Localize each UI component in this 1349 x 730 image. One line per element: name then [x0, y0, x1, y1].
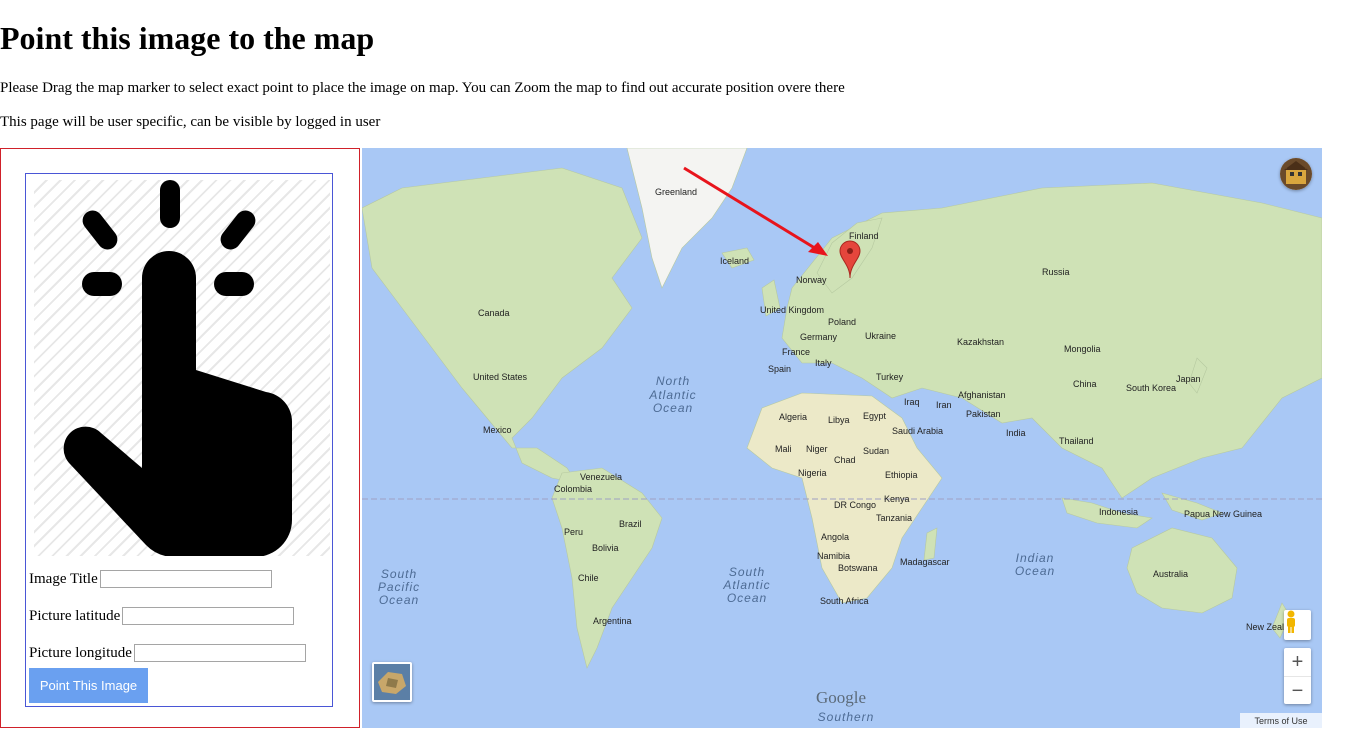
ocean-south-pacific-1: South — [381, 567, 417, 581]
label-botswana: Botswana — [838, 563, 878, 573]
user-avatar-icon[interactable] — [1280, 158, 1312, 190]
label-madagascar: Madagascar — [900, 557, 950, 567]
latitude-row: Picture latitude — [29, 607, 295, 625]
satellite-view-toggle[interactable] — [372, 662, 412, 702]
world-map[interactable]: Greenland Iceland Finland Norway Russia … — [362, 148, 1322, 728]
map-canvas: Greenland Iceland Finland Norway Russia … — [362, 148, 1322, 724]
label-algeria: Algeria — [779, 412, 807, 422]
label-australia: Australia — [1153, 569, 1188, 579]
label-france: France — [782, 347, 810, 357]
label-greenland: Greenland — [655, 187, 697, 197]
label-italy: Italy — [815, 358, 832, 368]
label-afghanistan: Afghanistan — [958, 390, 1006, 400]
page-title: Point this image to the map — [0, 20, 375, 56]
ocean-south-pacific-2: Pacific — [378, 580, 420, 594]
label-germany: Germany — [800, 332, 838, 342]
label-drc: DR Congo — [834, 500, 876, 510]
ocean-south-pacific-3: Ocean — [379, 593, 419, 607]
label-libya: Libya — [828, 415, 850, 425]
instruction-text: Please Drag the map marker to select exa… — [0, 80, 845, 96]
ocean-southern: Southern — [818, 710, 875, 724]
label-kazakhstan: Kazakhstan — [957, 337, 1004, 347]
image-title-input[interactable] — [99, 570, 272, 588]
longitude-row: Picture longitude — [29, 644, 306, 662]
zoom-control: + − — [1284, 648, 1311, 704]
ocean-south-atlantic-3: Ocean — [727, 591, 767, 605]
label-egypt: Egypt — [863, 411, 887, 421]
ocean-north-atlantic-3: Ocean — [653, 401, 693, 415]
label-china: China — [1073, 379, 1097, 389]
label-pakistan: Pakistan — [966, 409, 1001, 419]
label-colombia: Colombia — [554, 484, 592, 494]
latitude-input[interactable] — [122, 607, 295, 625]
label-ethiopia: Ethiopia — [885, 470, 918, 480]
label-chad: Chad — [834, 455, 856, 465]
label-south-africa: South Africa — [820, 596, 869, 606]
ocean-south-atlantic-2: Atlantic — [722, 578, 770, 592]
ocean-indian-2: Ocean — [1015, 564, 1055, 578]
label-indonesia: Indonesia — [1099, 507, 1138, 517]
longitude-label: Picture longitude — [29, 644, 132, 661]
label-us: United States — [473, 372, 528, 382]
label-india: India — [1006, 428, 1026, 438]
ocean-north-atlantic-1: North — [656, 374, 690, 388]
image-form-panel: Image Title Picture latitude Picture lon… — [0, 148, 360, 728]
label-ukraine: Ukraine — [865, 331, 896, 341]
label-spain: Spain — [768, 364, 791, 374]
label-canada: Canada — [478, 308, 510, 318]
label-sudan: Sudan — [863, 446, 889, 456]
image-card: Image Title Picture latitude Picture lon… — [25, 173, 333, 707]
label-iran: Iran — [936, 400, 952, 410]
label-thailand: Thailand — [1059, 436, 1094, 446]
image-title-row: Image Title — [29, 570, 272, 588]
label-niger: Niger — [806, 444, 828, 454]
street-view-pegman-icon[interactable] — [1284, 610, 1311, 640]
label-namibia: Namibia — [817, 551, 850, 561]
ocean-indian-1: Indian — [1016, 551, 1055, 565]
image-preview — [34, 180, 330, 557]
label-finland: Finland — [849, 231, 879, 241]
tap-gesture-icon — [63, 180, 293, 557]
label-venezuela: Venezuela — [580, 472, 622, 482]
label-argentina: Argentina — [593, 616, 632, 626]
image-title-label: Image Title — [29, 570, 98, 587]
label-mongolia: Mongolia — [1064, 344, 1101, 354]
label-peru: Peru — [564, 527, 583, 537]
point-this-image-button[interactable]: Point This Image — [29, 668, 148, 703]
ocean-north-atlantic-2: Atlantic — [648, 388, 696, 402]
label-kenya: Kenya — [884, 494, 910, 504]
label-angola: Angola — [821, 532, 849, 542]
label-bolivia: Bolivia — [592, 543, 619, 553]
label-tanzania: Tanzania — [876, 513, 912, 523]
latitude-label: Picture latitude — [29, 607, 121, 624]
google-logo[interactable]: Google — [816, 688, 866, 708]
label-norway: Norway — [796, 275, 827, 285]
terms-of-use-link[interactable]: Terms of Use — [1240, 713, 1322, 728]
label-mexico: Mexico — [483, 425, 512, 435]
label-japan: Japan — [1176, 374, 1201, 384]
label-turkey: Turkey — [876, 372, 904, 382]
zoom-in-button[interactable]: + — [1284, 648, 1311, 677]
label-brazil: Brazil — [619, 519, 642, 529]
label-saudi: Saudi Arabia — [892, 426, 943, 436]
label-nigeria: Nigeria — [798, 468, 827, 478]
zoom-out-button[interactable]: − — [1284, 677, 1311, 705]
notice-text: This page will be user specific, can be … — [0, 114, 381, 130]
label-chile: Chile — [578, 573, 599, 583]
label-iraq: Iraq — [904, 397, 920, 407]
label-poland: Poland — [828, 317, 856, 327]
label-mali: Mali — [775, 444, 792, 454]
label-uk: United Kingdom — [760, 305, 824, 315]
longitude-input[interactable] — [133, 644, 306, 662]
label-png: Papua New Guinea — [1184, 509, 1262, 519]
label-russia: Russia — [1042, 267, 1070, 277]
ocean-south-atlantic-1: South — [729, 565, 765, 579]
label-south-korea: South Korea — [1126, 383, 1176, 393]
label-iceland: Iceland — [720, 256, 749, 266]
